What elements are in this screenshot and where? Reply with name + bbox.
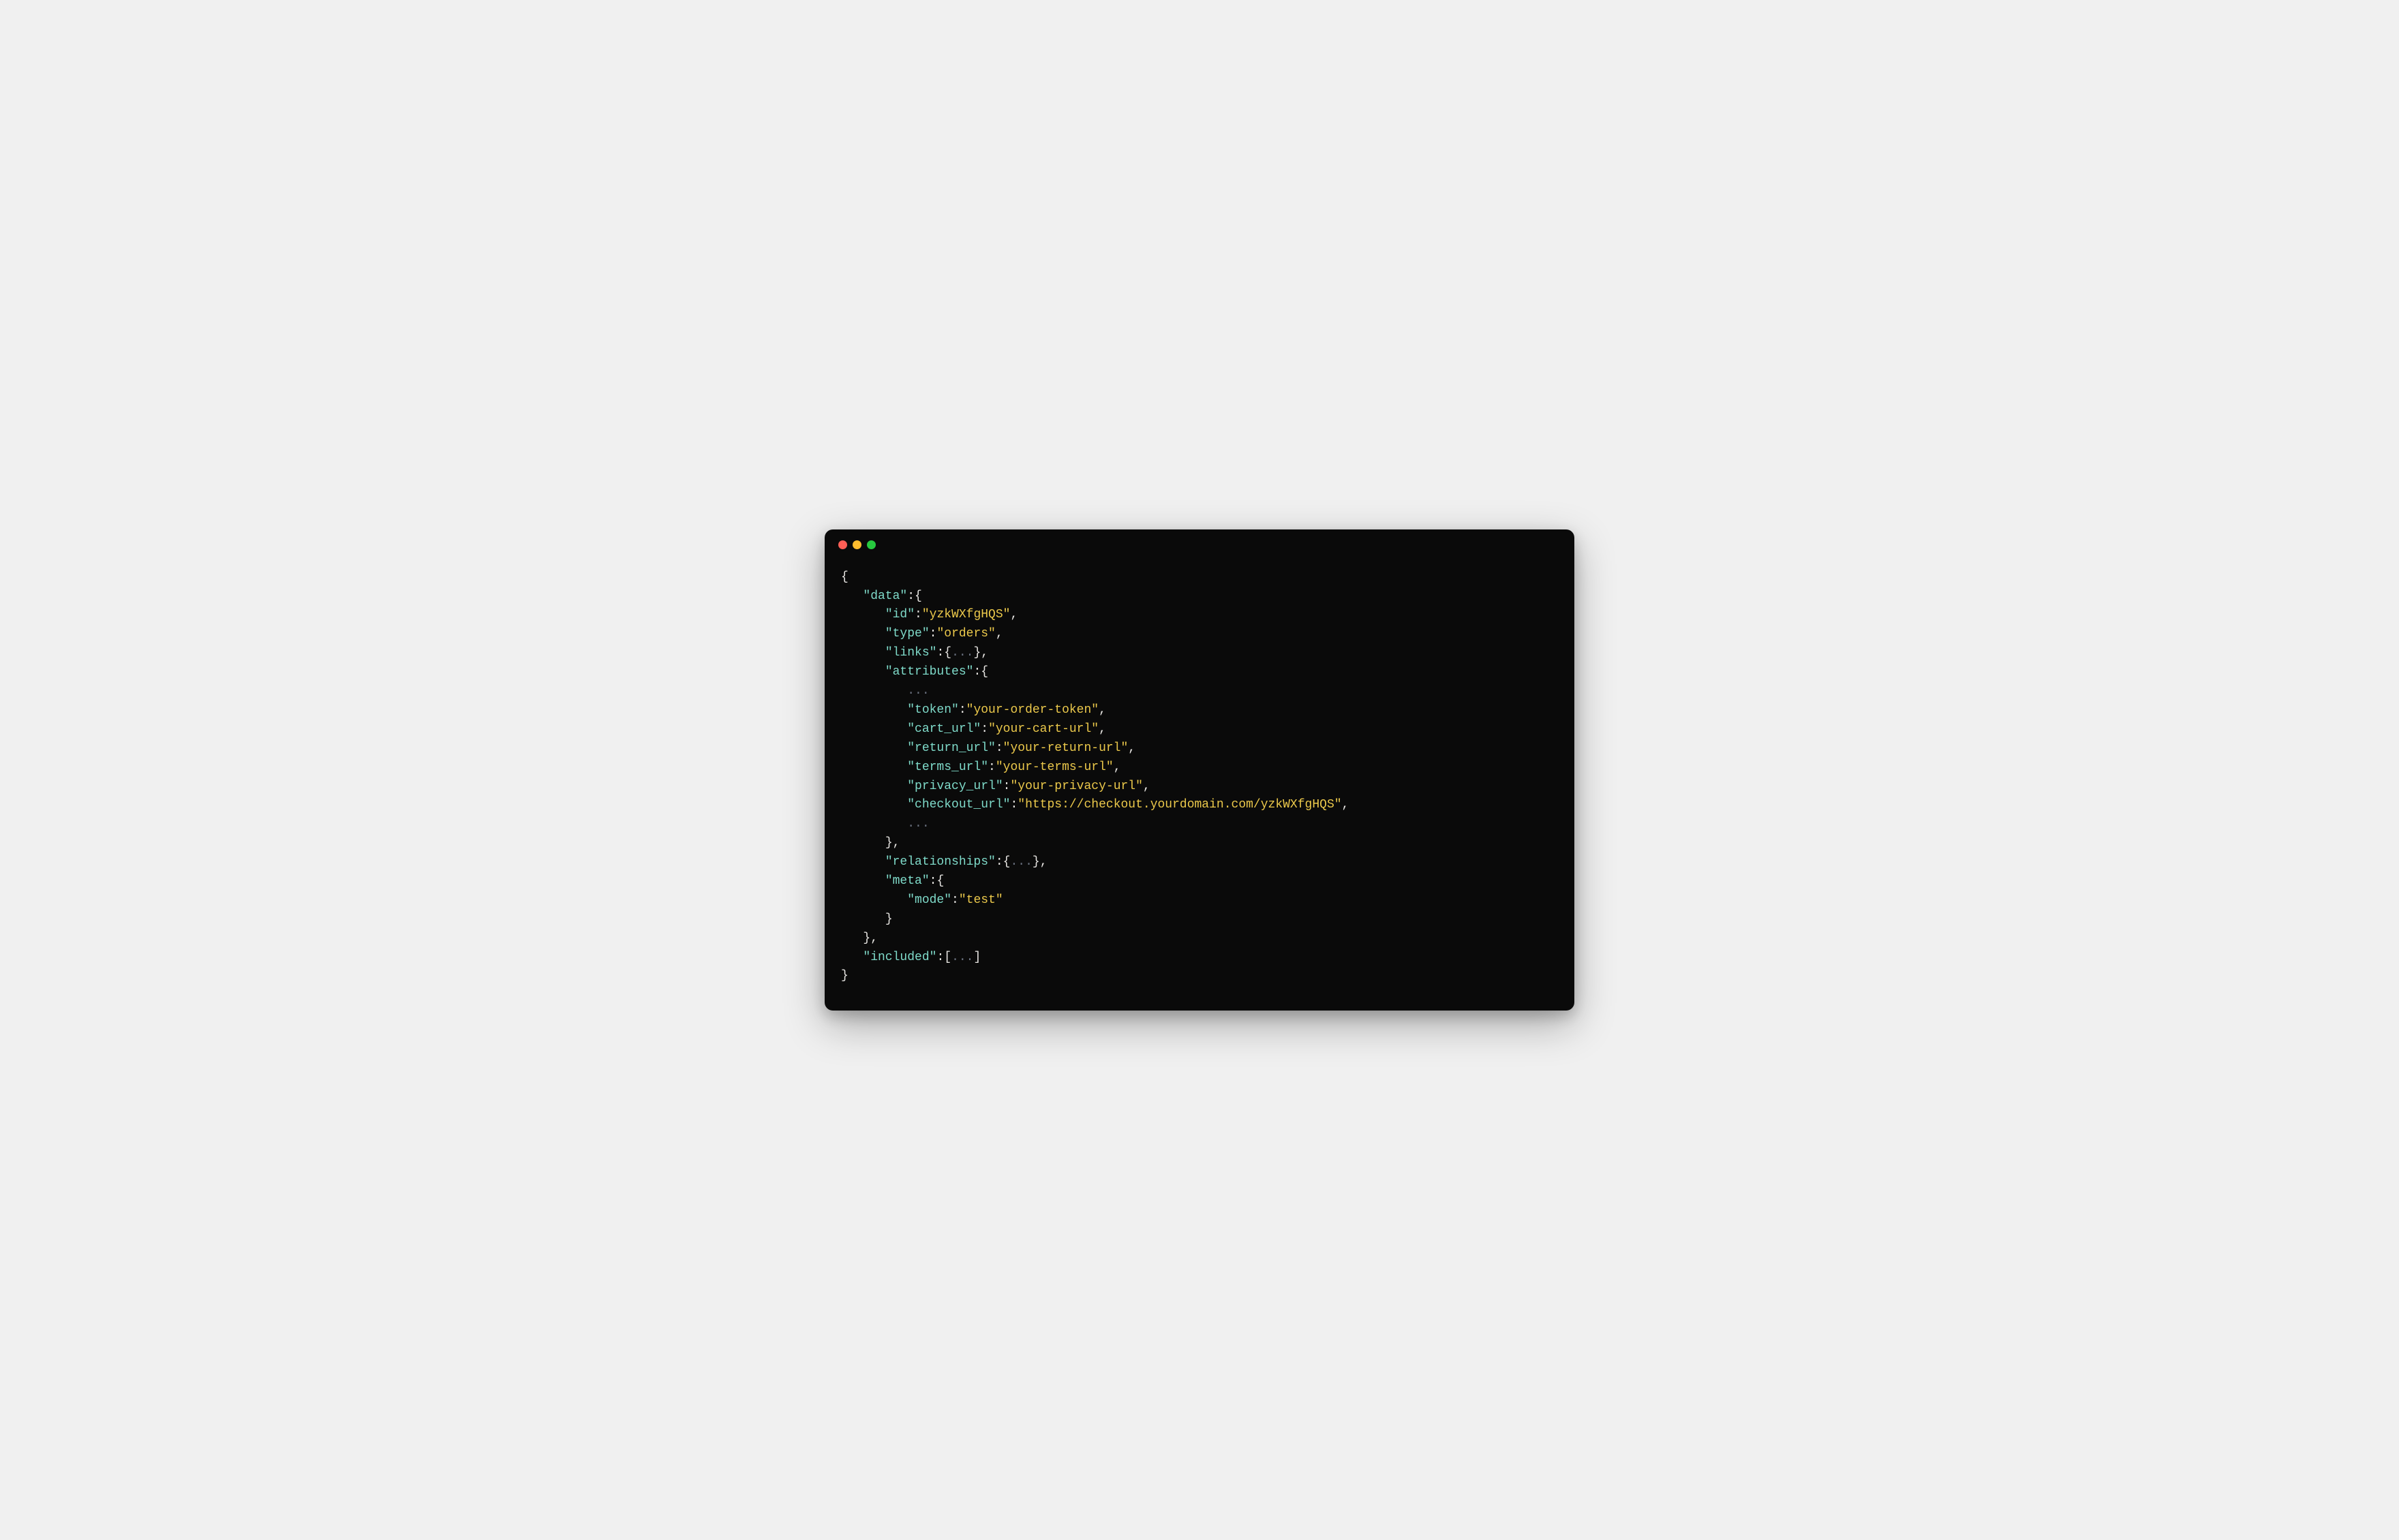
comma: , [1128,741,1135,755]
val-return-url: "your-return-url" [1003,741,1129,755]
colon: : [907,589,915,603]
colon: : [988,760,996,774]
bracket-close: ] [973,951,981,964]
val-token: "your-order-token" [966,703,1099,717]
colon: : [1003,780,1011,793]
key-return-url: "return_url" [907,741,996,755]
ellipsis: ... [951,646,973,660]
val-mode: "test" [959,893,1003,907]
ellipsis: ... [951,951,973,964]
comma: , [1040,855,1048,869]
terminal-window: { "data":{ "id":"yzkWXfgHQS", "type":"or… [825,529,1574,1011]
minimize-icon[interactable] [853,540,861,549]
colon: : [959,703,966,717]
brace-open: { [944,646,951,660]
colon: : [915,608,922,621]
key-cart-url: "cart_url" [907,722,981,736]
key-type: "type" [885,627,930,641]
comma: , [1143,780,1150,793]
colon: : [981,722,988,736]
titlebar [825,529,1574,555]
comma: , [981,646,988,660]
val-checkout-url: "https://checkout.yourdomain.com/yzkWXfg… [1018,798,1341,812]
val-id: "yzkWXfgHQS" [922,608,1011,621]
comma: , [1342,798,1349,812]
code-content: { "data":{ "id":"yzkWXfgHQS", "type":"or… [825,555,1574,1011]
colon: : [930,627,937,641]
comma: , [1114,760,1121,774]
maximize-icon[interactable] [867,540,876,549]
comma: , [1099,722,1106,736]
key-mode: "mode" [907,893,951,907]
key-links: "links" [885,646,937,660]
colon: : [973,665,981,679]
val-terms-url: "your-terms-url" [996,760,1114,774]
key-meta: "meta" [885,874,930,888]
brace-open: { [915,589,922,603]
brace-close: } [863,931,870,945]
colon: : [936,951,944,964]
colon: : [951,893,959,907]
brace-open: { [936,874,944,888]
brace-close: } [973,646,981,660]
ellipsis: ... [1010,855,1032,869]
val-cart-url: "your-cart-url" [988,722,1099,736]
brace-close: } [1033,855,1040,869]
colon: : [996,855,1003,869]
bracket-open: [ [944,951,951,964]
key-included: "included" [863,951,936,964]
key-data: "data" [863,589,907,603]
brace-close: } [841,969,849,983]
val-privacy-url: "your-privacy-url" [1010,780,1142,793]
ellipsis: ... [907,817,929,831]
colon: : [1010,798,1018,812]
comma: , [870,931,878,945]
comma: , [1010,608,1018,621]
key-token: "token" [907,703,959,717]
val-type: "orders" [936,627,995,641]
comma: , [893,836,900,850]
key-privacy-url: "privacy_url" [907,780,1003,793]
key-checkout-url: "checkout_url" [907,798,1010,812]
brace-open: { [981,665,988,679]
close-icon[interactable] [838,540,847,549]
key-terms-url: "terms_url" [907,760,988,774]
comma: , [1099,703,1106,717]
comma: , [996,627,1003,641]
brace-close: } [885,912,893,926]
key-id: "id" [885,608,915,621]
ellipsis: ... [907,684,929,698]
colon: : [996,741,1003,755]
key-relationships: "relationships" [885,855,996,869]
brace-open: { [841,570,849,584]
colon: : [936,646,944,660]
brace-open: { [1003,855,1011,869]
key-attributes: "attributes" [885,665,974,679]
colon: : [930,874,937,888]
brace-close: } [885,836,893,850]
